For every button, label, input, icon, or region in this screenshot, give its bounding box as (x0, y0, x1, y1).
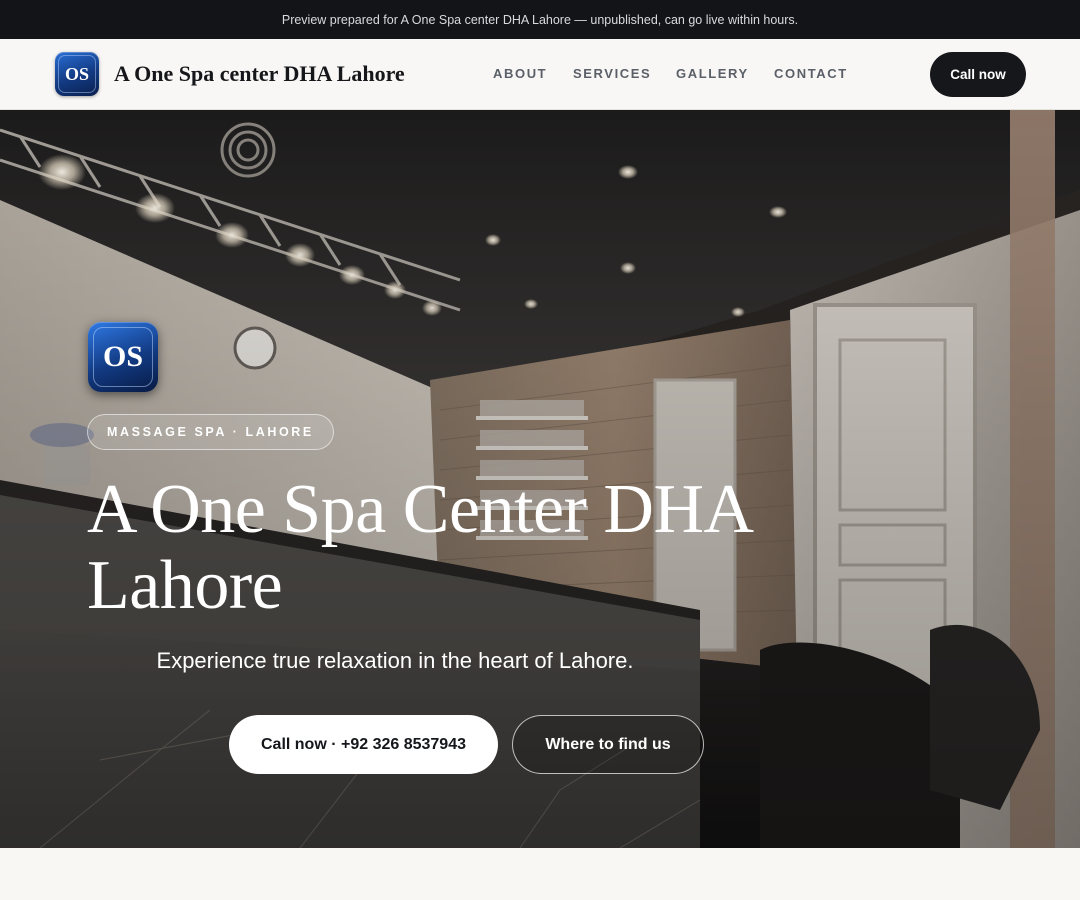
preview-banner: Preview prepared for A One Spa center DH… (0, 0, 1080, 39)
find-us-button[interactable]: Where to find us (512, 715, 704, 774)
call-now-button[interactable]: Call now (930, 52, 1026, 97)
hero-subtitle: Experience true relaxation in the heart … (156, 648, 634, 673)
hero-title: A One Spa Center DHA Lahore (87, 471, 750, 624)
main-nav: ABOUT SERVICES GALLERY CONTACT (0, 66, 1080, 84)
hero-logo-initials: OS (93, 327, 153, 387)
nav-contact[interactable]: CONTACT (774, 66, 848, 81)
hero-eyebrow-badge: MASSAGE SPA · LAHORE (87, 414, 334, 450)
os-monogram-icon: OS (88, 322, 158, 392)
nav-gallery[interactable]: GALLERY (676, 66, 749, 81)
next-section (0, 848, 1080, 900)
call-phone-button[interactable]: Call now · +92 326 8537943 (229, 715, 498, 774)
nav-about[interactable]: ABOUT (493, 66, 547, 81)
nav-services[interactable]: SERVICES (573, 66, 651, 81)
preview-banner-text: Preview prepared for A One Spa center DH… (281, 12, 799, 27)
site-header: OS A One Spa center DHA Lahore ABOUT SER… (0, 39, 1080, 110)
hero-section: OS MASSAGE SPA · LAHORE A One Spa Center… (0, 110, 1080, 848)
